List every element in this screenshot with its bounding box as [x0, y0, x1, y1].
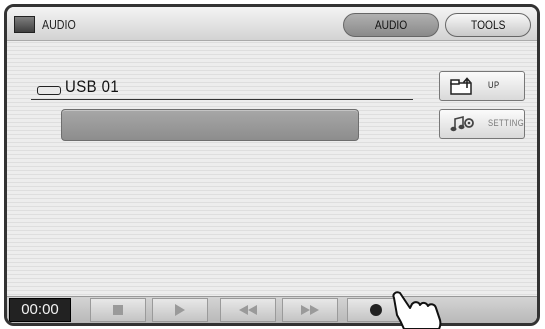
music-note-setting-icon — [450, 114, 476, 136]
rewind-icon — [239, 305, 257, 315]
stop-button[interactable] — [90, 298, 146, 322]
folder-up-icon — [450, 76, 476, 97]
tab-tools[interactable]: TOOLS — [445, 13, 531, 37]
transport-bar: 00:00 — [7, 296, 537, 323]
time-display: 00:00 — [9, 298, 71, 322]
setting-button[interactable]: SETTING — [439, 109, 525, 139]
file-name-field[interactable] — [61, 109, 359, 141]
setting-button-label: SETTING — [488, 118, 525, 128]
play-icon — [175, 304, 185, 316]
pointing-hand-icon — [392, 291, 442, 329]
tab-tools-label: TOOLS — [470, 18, 506, 32]
fast-forward-button[interactable] — [282, 298, 338, 322]
page-title: AUDIO — [42, 17, 76, 32]
header-bar: AUDIO AUDIO TOOLS — [7, 7, 537, 41]
fast-forward-icon — [301, 305, 319, 315]
rewind-button[interactable] — [220, 298, 276, 322]
audio-screen-icon — [14, 16, 35, 33]
usb-drive-icon — [37, 86, 61, 95]
device-underline — [31, 99, 413, 100]
stop-icon — [113, 305, 123, 315]
device-label: USB 01 — [65, 77, 120, 96]
up-button-label: UP — [488, 80, 500, 90]
panel-frame: AUDIO AUDIO TOOLS USB 01 UP SETTING 00:0… — [4, 4, 540, 326]
tab-audio[interactable]: AUDIO — [343, 13, 439, 37]
audio-screen: AUDIO AUDIO TOOLS USB 01 UP SETTING 00:0… — [0, 0, 545, 329]
tab-audio-label: AUDIO — [374, 18, 408, 32]
up-button[interactable]: UP — [439, 71, 525, 101]
play-button[interactable] — [152, 298, 208, 322]
